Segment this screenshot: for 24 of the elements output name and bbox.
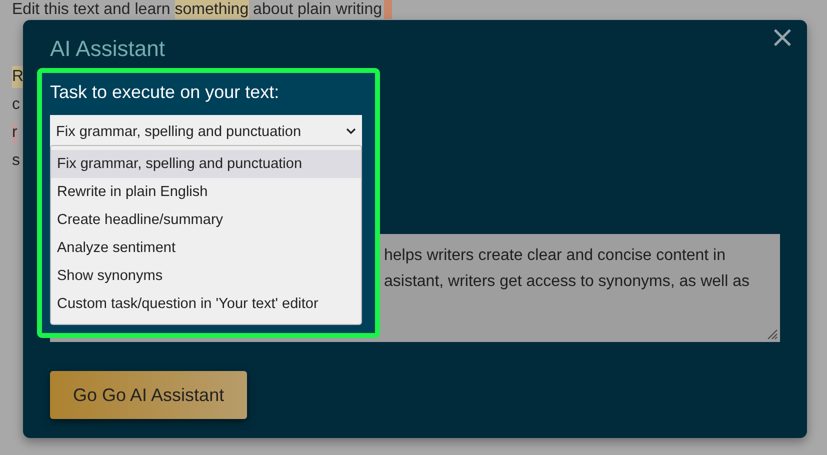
chevron-down-icon	[346, 128, 356, 135]
body-letter: c	[12, 95, 20, 115]
dropdown-option[interactable]: Analyze sentiment	[51, 234, 361, 262]
highlighted-letter: R	[12, 66, 24, 88]
close-button[interactable]: ×	[766, 23, 799, 53]
body-text: about plain writing	[252, 0, 382, 19]
task-label: Task to execute on your text:	[50, 81, 280, 104]
highlighted-text: something	[174, 0, 249, 19]
dropdown-option[interactable]: Rewrite in plain English	[51, 178, 361, 206]
select-value: Fix grammar, spelling and punctuation	[56, 124, 302, 140]
text-line: helps writers create clear and concise content in	[384, 246, 726, 266]
text-line: asistant, writers get access to synonyms, as well as	[384, 272, 750, 292]
go-button[interactable]: Go Go AI Assistant	[50, 371, 248, 419]
dropdown-option[interactable]: Fix grammar, spelling and punctuation	[51, 150, 361, 178]
dropdown-option[interactable]: Create headline/summary	[51, 206, 361, 234]
resize-grip-icon[interactable]	[766, 328, 778, 340]
task-select[interactable]: Fix grammar, spelling and punctuation	[50, 115, 362, 148]
text-marker-icon	[384, 0, 392, 19]
dialog-title: AI Assistant	[50, 36, 166, 62]
body-text: Edit this text and learn	[12, 0, 172, 19]
dropdown-option[interactable]: Show synonyms	[51, 262, 361, 290]
dropdown-option[interactable]: Custom task/question in 'Your text' editor	[51, 290, 361, 318]
highlighted-letter: r	[12, 122, 18, 144]
body-letter: s	[12, 151, 20, 171]
